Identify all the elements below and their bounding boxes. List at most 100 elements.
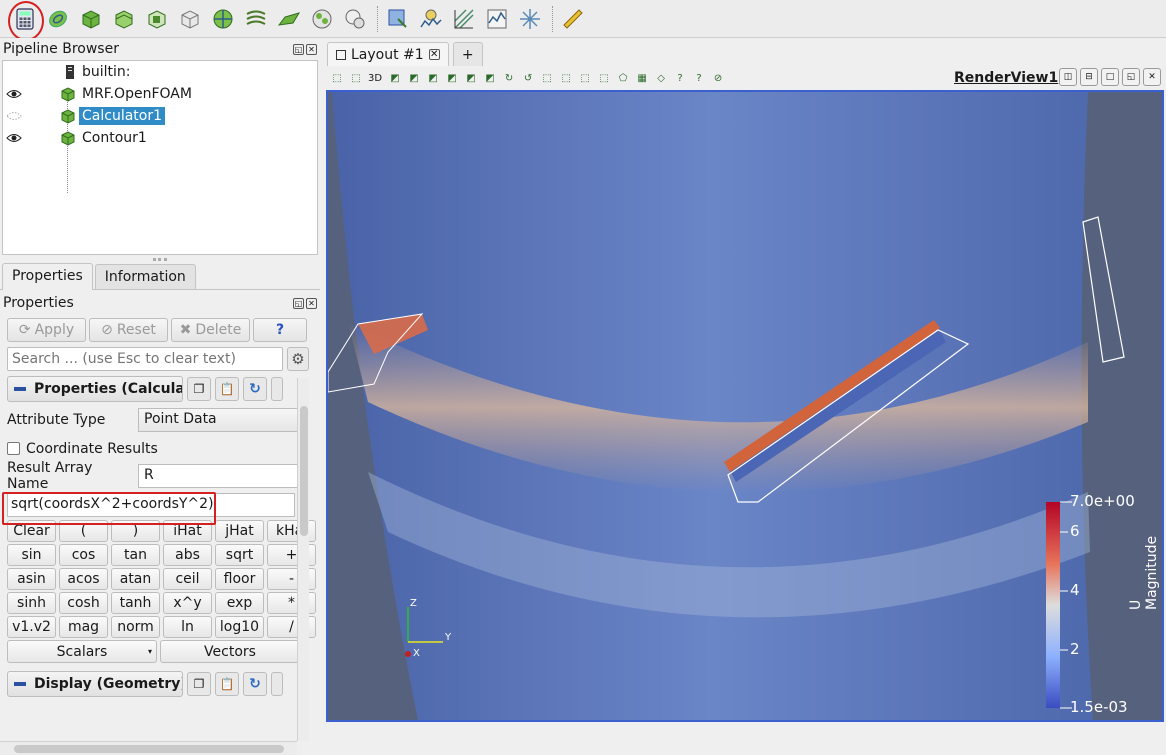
advanced-settings-button[interactable]: ⚙ xyxy=(287,347,309,371)
calc-key[interactable]: abs xyxy=(163,544,212,566)
calc-key[interactable]: jHat xyxy=(215,520,264,542)
split-horizontal-button[interactable]: ◫ xyxy=(1059,68,1077,86)
properties-section-toggle[interactable]: Properties (Calculator1) xyxy=(7,376,183,402)
properties-vertical-scrollbar[interactable] xyxy=(297,378,309,741)
threshold-button[interactable] xyxy=(142,4,172,34)
calc-key[interactable]: sinh xyxy=(7,592,56,614)
calc-key[interactable]: sin xyxy=(7,544,56,566)
slice-button[interactable] xyxy=(109,4,139,34)
reset-button[interactable]: ⊘ Reset xyxy=(89,318,168,342)
save-defaults-button[interactable] xyxy=(271,377,283,401)
calc-key[interactable]: mag xyxy=(59,616,108,638)
axis-y-plus-icon[interactable]: ◩ xyxy=(426,71,440,85)
extract-selection-button[interactable] xyxy=(383,4,413,34)
extract-level-button[interactable] xyxy=(340,4,370,34)
pipeline-item-mrf-openfoam[interactable]: MRF.OpenFOAM xyxy=(3,83,317,105)
paste-button[interactable]: 📋 xyxy=(215,672,239,696)
axis-z-plus-icon[interactable]: ◩ xyxy=(464,71,478,85)
restore-defaults-button[interactable]: ↻ xyxy=(243,377,267,401)
split-vertical-button[interactable]: ⊟ xyxy=(1080,68,1098,86)
reset-camera-closest-icon[interactable]: ⬚ xyxy=(349,71,363,85)
copy-button[interactable]: ❐ xyxy=(187,672,211,696)
calc-key[interactable]: x^y xyxy=(163,592,212,614)
interactive-select-icon[interactable]: ◇ xyxy=(654,71,668,85)
close-icon[interactable]: ✕ xyxy=(306,43,317,55)
delete-button[interactable]: ✖ Delete xyxy=(171,318,250,342)
paste-button[interactable]: 📋 xyxy=(215,377,239,401)
contour-button[interactable] xyxy=(43,4,73,34)
calc-key[interactable]: cos xyxy=(59,544,108,566)
calc-key[interactable]: floor xyxy=(215,568,264,590)
attribute-type-select[interactable]: Point Data xyxy=(138,407,298,432)
pipeline-item-builtin[interactable]: builtin: xyxy=(3,61,317,83)
display-section-toggle[interactable]: Display (Geometry) xyxy=(7,671,183,697)
tab-layout-1[interactable]: Layout #1 ✕ xyxy=(327,42,449,66)
render-view[interactable]: 7.0e+00 6 4 2 1.5e-03 Z Y X xyxy=(326,90,1164,722)
undock-button[interactable]: ◱ xyxy=(1122,68,1140,86)
float-icon[interactable]: ◱ xyxy=(293,297,304,309)
histogram-button[interactable] xyxy=(482,4,512,34)
cell-centers-button[interactable] xyxy=(515,4,545,34)
calc-key[interactable]: log10 xyxy=(215,616,264,638)
rotate-minus-90-icon[interactable]: ↺ xyxy=(521,71,535,85)
glyph-button[interactable] xyxy=(208,4,238,34)
scalars-menu-button[interactable]: Scalars ▾ xyxy=(7,640,157,663)
reset-camera-icon[interactable]: ⬚ xyxy=(330,71,344,85)
axis-x-minus-icon[interactable]: ◩ xyxy=(407,71,421,85)
tab-properties[interactable]: Properties xyxy=(2,263,93,290)
apply-button[interactable]: ⟳ Apply xyxy=(7,318,86,342)
properties-horizontal-scrollbar[interactable] xyxy=(0,741,297,755)
eye-icon[interactable] xyxy=(6,132,22,144)
eye-icon[interactable] xyxy=(6,88,22,100)
calc-key[interactable]: tan xyxy=(111,544,160,566)
group-datasets-button[interactable] xyxy=(307,4,337,34)
dock-splitter[interactable] xyxy=(0,255,320,263)
extract-subset-button[interactable] xyxy=(175,4,205,34)
result-array-name-input[interactable]: R xyxy=(138,463,298,488)
calc-key[interactable]: asin xyxy=(7,568,56,590)
warp-by-vector-button[interactable] xyxy=(274,4,304,34)
eye-closed-icon[interactable] xyxy=(6,110,22,122)
vectors-menu-button[interactable]: Vectors xyxy=(160,640,300,663)
select-points-through-icon[interactable]: ⬚ xyxy=(597,71,611,85)
select-polygon-icon[interactable]: ⬠ xyxy=(616,71,630,85)
coordinate-results-checkbox[interactable] xyxy=(7,442,20,455)
select-cells-through-icon[interactable]: ⬚ xyxy=(578,71,592,85)
calc-key[interactable]: acos xyxy=(59,568,108,590)
copy-button[interactable]: ❐ xyxy=(187,377,211,401)
calc-key[interactable]: v1.v2 xyxy=(7,616,56,638)
close-view-button[interactable]: ✕ xyxy=(1143,68,1161,86)
float-icon[interactable]: ◱ xyxy=(293,43,304,55)
close-icon[interactable]: ✕ xyxy=(306,297,317,309)
calc-key[interactable]: atan xyxy=(111,568,160,590)
hover-points-icon[interactable]: ? xyxy=(673,71,687,85)
calc-key[interactable]: cosh xyxy=(59,592,108,614)
calc-key[interactable]: ceil xyxy=(163,568,212,590)
search-input[interactable] xyxy=(7,347,283,371)
hover-cells-icon[interactable]: ? xyxy=(692,71,706,85)
plot-data-button[interactable] xyxy=(449,4,479,34)
stream-tracer-button[interactable] xyxy=(241,4,271,34)
pipeline-item-calculator1[interactable]: Calculator1 xyxy=(3,105,317,127)
select-block-icon[interactable]: ▦ xyxy=(635,71,649,85)
rotate-90-icon[interactable]: ↻ xyxy=(502,71,516,85)
select-cells-on-icon[interactable]: ⬚ xyxy=(540,71,554,85)
axis-x-plus-icon[interactable]: ◩ xyxy=(388,71,402,85)
axis-z-minus-icon[interactable]: ◩ xyxy=(483,71,497,85)
restore-defaults-button[interactable]: ↻ xyxy=(243,672,267,696)
select-points-on-icon[interactable]: ⬚ xyxy=(559,71,573,85)
pipeline-item-contour1[interactable]: Contour1 xyxy=(3,127,317,149)
clip-button[interactable] xyxy=(76,4,106,34)
maximize-button[interactable]: □ xyxy=(1101,68,1119,86)
calc-key[interactable]: norm xyxy=(111,616,160,638)
clear-selection-icon[interactable]: ⊘ xyxy=(711,71,725,85)
calc-key[interactable]: ln xyxy=(163,616,212,638)
plot-over-line-button[interactable] xyxy=(416,4,446,34)
add-layout-tab[interactable]: + xyxy=(452,42,483,66)
calc-key[interactable]: exp xyxy=(215,592,264,614)
calc-key[interactable]: sqrt xyxy=(215,544,264,566)
calculator-button[interactable] xyxy=(8,0,44,41)
save-defaults-button[interactable] xyxy=(271,672,283,696)
calc-key[interactable]: tanh xyxy=(111,592,160,614)
view-3d-toggle[interactable]: 3D xyxy=(368,73,382,84)
